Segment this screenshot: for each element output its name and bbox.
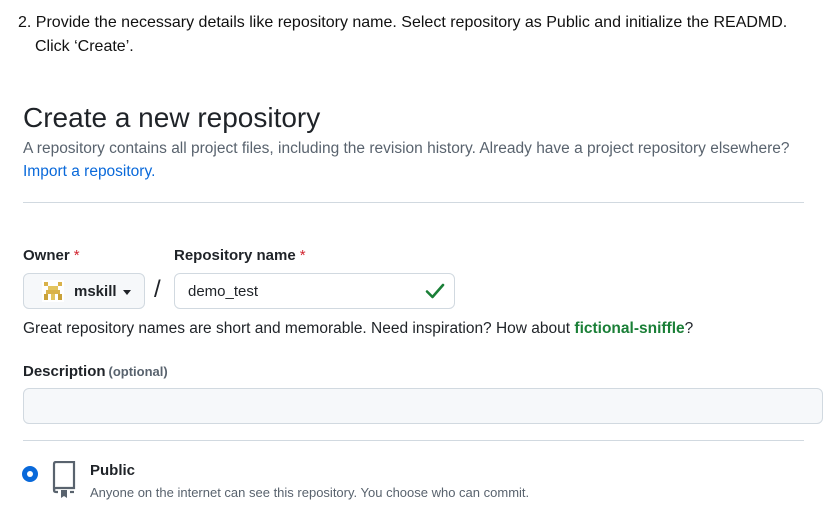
optional-tag: (optional): [108, 364, 168, 379]
instruction-line-1: 2. Provide the necessary details like re…: [18, 14, 788, 31]
page-subtitle: A repository contains all project files,…: [23, 137, 823, 183]
repo-icon: [51, 460, 77, 499]
hint-text: Great repository names are short and mem…: [23, 320, 575, 337]
repository-name-label-text: Repository name: [174, 247, 296, 264]
subtitle-text: A repository contains all project files,…: [23, 140, 790, 157]
repository-name-hint: Great repository names are short and mem…: [23, 320, 693, 338]
import-repository-link[interactable]: Import a repository.: [23, 163, 155, 180]
page-title: Create a new repository: [23, 102, 321, 133]
hint-end: ?: [684, 320, 694, 337]
divider: [23, 440, 804, 441]
repository-name-input[interactable]: [174, 273, 455, 309]
required-mark: *: [73, 247, 80, 264]
chevron-down-icon: [122, 289, 131, 295]
name-suggestion-link[interactable]: fictional-sniffle: [574, 320, 684, 337]
owner-name: mskill: [74, 282, 117, 300]
instruction-text: 2. Provide the necessary details like re…: [18, 11, 818, 59]
required-mark: *: [299, 247, 306, 264]
owner-repo-separator: /: [154, 276, 161, 303]
check-icon: [425, 282, 445, 300]
description-input[interactable]: [23, 388, 823, 424]
public-radio[interactable]: [22, 466, 38, 482]
description-label-text: Description: [23, 363, 106, 380]
avatar: [42, 280, 64, 302]
description-label: Description (optional): [23, 363, 168, 380]
public-option-description: Anyone on the internet can see this repo…: [90, 485, 530, 500]
instruction-line-2: Click ‘Create’.: [35, 38, 134, 55]
owner-dropdown[interactable]: mskill: [23, 273, 145, 309]
owner-label-text: Owner: [23, 247, 70, 264]
public-option-title: Public: [90, 462, 136, 479]
repository-name-label: Repository name *: [174, 247, 306, 264]
owner-label: Owner *: [23, 247, 80, 264]
divider: [23, 202, 804, 203]
